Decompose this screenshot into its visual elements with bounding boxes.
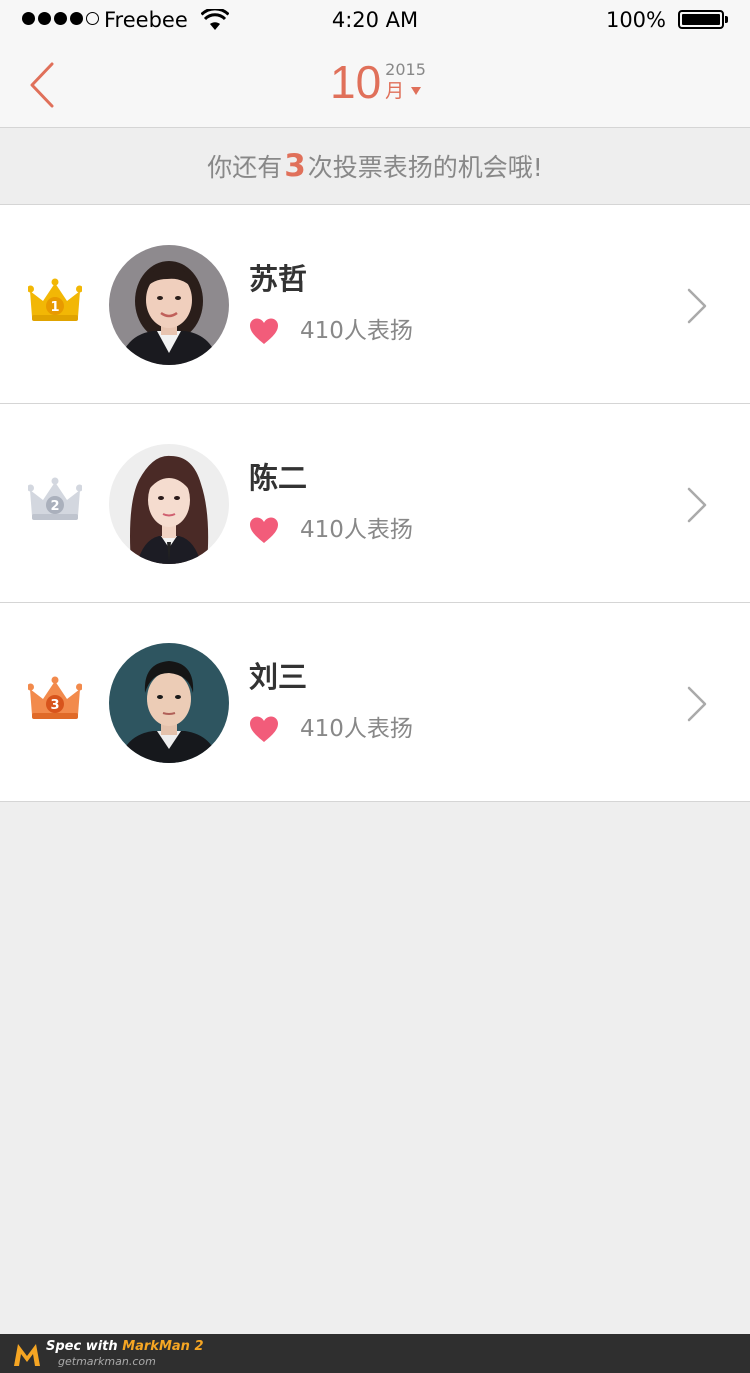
user-avatar (109, 444, 229, 564)
heart-icon (250, 716, 278, 742)
month-number: 10 (330, 56, 382, 108)
chevron-right-icon (687, 288, 707, 324)
battery-percentage: 100% (605, 8, 666, 32)
praise-count: 410人表扬 (300, 716, 413, 742)
user-avatar (109, 643, 229, 763)
user-name: 陈二 (249, 461, 308, 495)
ranking-row[interactable]: 3 刘三 410人表扬 (0, 602, 750, 802)
ranking-list: 1 苏哲 410人表扬 2 陈二 410人表扬 3 刘三 410人表扬 (0, 204, 750, 802)
navigation-bar: 10 2015 月 (0, 40, 750, 128)
back-arrow-icon[interactable] (26, 60, 60, 110)
user-name: 刘三 (249, 660, 308, 694)
vote-remaining-banner: 你还有3次投票表扬的机会哦! (0, 129, 750, 204)
banner-suffix: 次投票表扬的机会哦! (307, 153, 543, 182)
praise-count: 410人表扬 (300, 517, 413, 543)
markman-footer: Spec with MarkMan 2 getmarkman.com (0, 1334, 750, 1373)
user-avatar (109, 245, 229, 365)
vote-count: 3 (284, 148, 306, 184)
praise-count: 410人表扬 (300, 318, 413, 344)
markman-logo-icon (14, 1344, 40, 1366)
svg-text:3: 3 (50, 698, 59, 713)
chevron-right-icon (687, 487, 707, 523)
ranking-row[interactable]: 2 陈二 410人表扬 (0, 403, 750, 602)
svg-text:2: 2 (50, 499, 59, 514)
footer-tagline: Spec with MarkMan 2 (46, 1339, 204, 1354)
heart-icon (250, 318, 278, 344)
footer-site: getmarkman.com (58, 1355, 156, 1368)
bronze-crown-icon: 3 (28, 676, 82, 719)
year-label: 2015 (385, 60, 426, 79)
battery-icon (678, 10, 728, 29)
month-label: 月 (385, 80, 405, 102)
dropdown-caret-icon (411, 87, 422, 95)
heart-icon (250, 517, 278, 543)
svg-text:1: 1 (50, 300, 59, 315)
gold-crown-icon: 1 (28, 278, 82, 321)
chevron-right-icon (687, 686, 707, 722)
silver-crown-icon: 2 (28, 477, 82, 520)
status-bar: Freebee 4:20 AM 100% (0, 0, 750, 40)
month-selector[interactable]: 10 2015 月 (330, 56, 426, 116)
ranking-row[interactable]: 1 苏哲 410人表扬 (0, 204, 750, 403)
banner-prefix: 你还有 (207, 153, 283, 182)
user-name: 苏哲 (249, 262, 308, 296)
